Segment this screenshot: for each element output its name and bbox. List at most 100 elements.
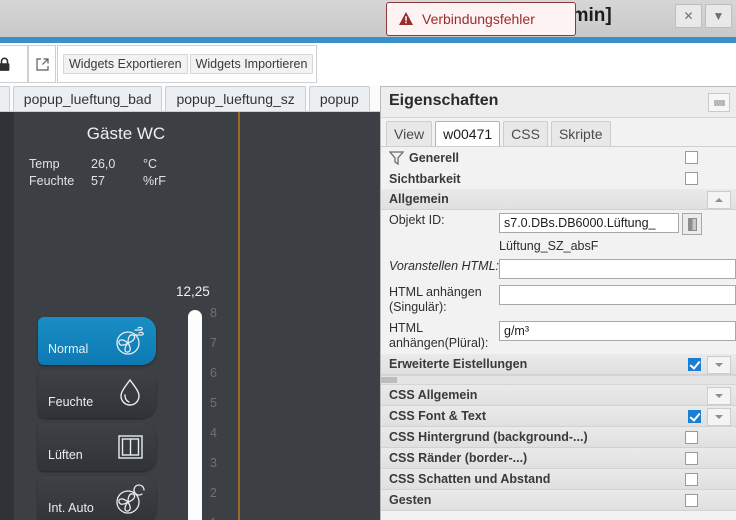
import-widgets-button[interactable]: Widgets Importieren <box>189 54 314 74</box>
section-label: CSS Font & Text <box>389 409 486 423</box>
properties-panel: Eigenschaften View w00471 CSS Skripte Ge… <box>380 86 736 520</box>
window-icon <box>111 429 149 463</box>
field-voranstellen-html: Voranstellen HTML: <box>381 256 736 282</box>
reading-label-temp: Temp <box>29 157 60 171</box>
field-label: HTML anhängen (Singulär): <box>389 285 482 314</box>
slider-value-label: 12,25 <box>176 284 210 299</box>
chevron-down-icon[interactable] <box>707 408 731 426</box>
tab-popup-next[interactable]: popup <box>308 86 370 111</box>
tab-w00471[interactable]: w00471 <box>435 121 501 146</box>
object-picker-icon[interactable] <box>682 213 702 235</box>
section-label: Gesten <box>389 493 432 507</box>
slider-tick: 1 <box>210 516 217 520</box>
window-titlebar: dmin] ✕ ▼ <box>0 0 736 38</box>
resize-grip-icon[interactable] <box>708 93 730 112</box>
mode-label: Feuchte <box>48 395 94 409</box>
field-label: Voranstellen HTML: <box>389 259 499 273</box>
tab-partial[interactable]: n <box>0 86 10 111</box>
tab-skripte[interactable]: Skripte <box>550 121 611 146</box>
reading-unit-feuchte: %rF <box>143 174 166 188</box>
row-label: Generell <box>409 150 460 165</box>
funnel-icon <box>389 150 404 165</box>
section-css-hintergrund[interactable]: CSS Hintergrund (background-...) <box>381 427 736 448</box>
anhaengen-plural-input[interactable]: g/m³ <box>499 321 736 341</box>
reading-label-feuchte: Feuchte <box>29 174 75 188</box>
warning-triangle-icon <box>399 11 413 27</box>
chevron-down-icon[interactable] <box>707 356 731 374</box>
section-css-allgemein[interactable]: CSS Allgemein <box>381 385 736 406</box>
section-label: Allgemein <box>389 192 449 206</box>
section-css-raender[interactable]: CSS Ränder (border-...) <box>381 448 736 469</box>
tab-popup-lueftung-sz[interactable]: popup_lueftung_sz <box>165 86 306 111</box>
voranstellen-html-input[interactable] <box>499 259 736 279</box>
stufe-slider[interactable]: 12,25 8 7 6 5 4 3 2 1 0 Stufe 0 <box>176 284 238 520</box>
reading-row: Feuchte 57 %rF <box>29 174 166 188</box>
slider-tick: 4 <box>210 426 217 440</box>
section-erweiterte-einstellungen[interactable]: Erweiterte Eistellungen <box>381 354 736 375</box>
row-generell[interactable]: Generell <box>381 147 736 168</box>
section-label: CSS Ränder (border-...) <box>389 451 528 465</box>
section-allgemein[interactable]: Allgemein <box>381 189 736 210</box>
droplet-icon <box>111 376 149 410</box>
field-label: HTML anhängen(Plüral): <box>389 321 489 350</box>
objekt-id-subnote: Lüftung_SZ_absF <box>381 238 736 256</box>
checkbox-css-hintergrund[interactable] <box>685 431 698 444</box>
mode-button-feuchte[interactable]: Feuchte <box>38 370 156 418</box>
field-anhaengen-plural: HTML anhängen(Plüral): g/m³ <box>381 318 736 354</box>
lock-icon[interactable] <box>0 51 17 77</box>
checkbox-generell[interactable] <box>685 151 698 164</box>
section-css-font-text[interactable]: CSS Font & Text <box>381 406 736 427</box>
row-sichtbarkeit[interactable]: Sichtbarkeit <box>381 168 736 189</box>
field-label: Objekt ID: <box>389 213 445 227</box>
slider-tick-list: 8 7 6 5 4 3 2 1 0 <box>210 304 232 520</box>
toolbar-group-widgets: Widgets Exportieren Widgets Importieren <box>57 45 317 83</box>
reading-value-temp: 26,0 <box>91 157 116 171</box>
section-label: CSS Schatten und Abstand <box>389 472 551 486</box>
checkbox-css-font[interactable] <box>688 410 701 423</box>
slider-tick: 6 <box>210 366 217 380</box>
mode-button-normal[interactable]: Normal <box>38 317 156 365</box>
external-link-icon[interactable] <box>29 51 55 77</box>
tab-popup-lueftung-bad[interactable]: popup_lueftung_bad <box>12 86 163 111</box>
fan-refresh-icon <box>111 482 149 516</box>
slider-track[interactable] <box>188 310 202 520</box>
toolbar: Widgets Exportieren Widgets Importieren <box>0 43 736 87</box>
slider-tick: 8 <box>210 306 217 320</box>
chevron-down-icon[interactable] <box>707 387 731 405</box>
window-menu-button[interactable]: ▼ <box>705 4 732 28</box>
mode-label: Lüften <box>48 448 83 462</box>
mode-button-lueften[interactable]: Lüften <box>38 423 156 471</box>
field-objekt-id: Objekt ID: s7.0.DBs.DB6000.Lüftung_ <box>381 210 736 238</box>
section-label: CSS Hintergrund (background-...) <box>389 430 588 444</box>
export-widgets-button[interactable]: Widgets Exportieren <box>63 54 188 74</box>
section-gesten[interactable]: Gesten <box>381 490 736 511</box>
mode-label: Normal <box>48 342 89 356</box>
slider-tick: 3 <box>210 456 217 470</box>
slider-tick: 2 <box>210 486 217 500</box>
error-toast[interactable]: Verbindungsfehler <box>386 2 576 36</box>
anhaengen-singular-input[interactable] <box>499 285 736 305</box>
chevron-up-icon[interactable] <box>707 191 731 209</box>
row-label: Sichtbarkeit <box>389 171 461 186</box>
properties-header: Eigenschaften <box>381 87 736 118</box>
checkbox-css-schatten[interactable] <box>685 473 698 486</box>
mode-button-list: Normal Feuchte Lüften Int. Auto <box>38 317 156 520</box>
window-close-button[interactable]: ✕ <box>675 4 702 28</box>
reading-row: Temp 26,0 °C <box>29 157 166 171</box>
checkbox-css-raender[interactable] <box>685 452 698 465</box>
design-canvas[interactable]: Gäste WC Temp 26,0 °C Feuchte 57 %rF Nor… <box>0 112 386 520</box>
mode-label: Int. Auto <box>48 501 94 515</box>
horizontal-scrollbar[interactable] <box>381 375 736 385</box>
widget-title: Gäste WC <box>86 124 166 143</box>
objekt-id-input[interactable]: s7.0.DBs.DB6000.Lüftung_ <box>499 213 679 233</box>
checkbox-gesten[interactable] <box>685 494 698 507</box>
tab-css[interactable]: CSS <box>503 121 548 146</box>
section-css-schatten[interactable]: CSS Schatten und Abstand <box>381 469 736 490</box>
mode-button-int-auto[interactable]: Int. Auto <box>38 476 156 520</box>
checkbox-sichtbarkeit[interactable] <box>685 172 698 185</box>
checkbox-erweiterte[interactable] <box>688 358 701 371</box>
tab-view[interactable]: View <box>386 121 433 146</box>
window-controls: ✕ ▼ <box>675 4 732 28</box>
canvas-guide-line <box>238 112 240 520</box>
app-window: dmin] ✕ ▼ Verbindungsfehler Widgets Expo… <box>0 0 736 520</box>
